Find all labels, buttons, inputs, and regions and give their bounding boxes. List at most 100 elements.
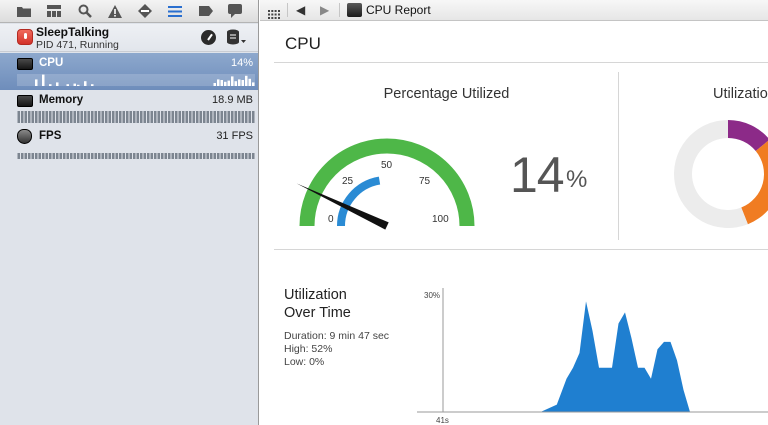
back-arrow-icon[interactable]: ◀ (296, 3, 305, 17)
sparkline-bar (157, 153, 160, 159)
sparkline-bar (234, 111, 237, 123)
cpu-percentage-unit: % (566, 166, 588, 193)
gauge-report-icon (347, 3, 362, 17)
sparkline-bar (252, 153, 255, 159)
sparkline-bar (213, 83, 216, 86)
forward-arrow-icon[interactable]: ▶ (320, 3, 329, 17)
sparkline-bar (87, 153, 90, 159)
sparkline-bar (185, 153, 188, 159)
sparkline-bar (56, 153, 59, 159)
x-tick-label: 41s (436, 416, 449, 425)
sparkline-bar (91, 153, 94, 159)
sparkline-bar (91, 84, 94, 86)
sparkline-bar (220, 80, 223, 86)
jump-bar-title[interactable]: CPU Report (366, 3, 431, 17)
warning-icon[interactable] (107, 3, 123, 19)
sparkline-bar (238, 111, 241, 123)
gauge-row-fps[interactable]: FPS 31 FPS (0, 126, 258, 163)
log-bubble-icon[interactable] (227, 3, 243, 19)
sparkline-bar (49, 84, 52, 86)
sparkline-bar (28, 111, 31, 123)
sparkline-bar (175, 153, 178, 159)
sparkline-bar (24, 153, 27, 159)
sparkline-bar (241, 153, 244, 159)
sparkline-bar (66, 84, 69, 86)
duration-stat: Duration: 9 min 47 sec (284, 330, 390, 342)
sparkline-bar (175, 111, 178, 123)
sparkline-bar (189, 153, 192, 159)
divider (618, 72, 619, 240)
sparkline-bar (185, 111, 188, 123)
sparkline-bar (231, 153, 234, 159)
sparkline-bar (63, 111, 66, 123)
sparkline-bar (245, 153, 248, 159)
sparkline-bar (45, 111, 48, 123)
sparkline-bar (129, 153, 132, 159)
gauge-row-cpu[interactable]: CPU 14% (0, 53, 258, 90)
process-name: SleepTalking (36, 25, 110, 39)
test-diamond-icon[interactable] (137, 3, 153, 19)
sparkline-bar (220, 153, 223, 159)
utilization-title: Utilization (713, 86, 768, 102)
sparkline-bar (38, 111, 41, 123)
breakpoint-icon[interactable] (198, 3, 214, 19)
sparkline-bar (147, 111, 150, 123)
y-tick-label: 30% (424, 291, 440, 300)
process-row[interactable]: SleepTalking PID 471, Running (0, 24, 258, 52)
sparkline-bar (119, 153, 122, 159)
toolbar-separator (287, 3, 288, 17)
sparkline-bar (56, 82, 59, 86)
sparkline-bar (199, 153, 202, 159)
sparkline-bar (238, 79, 241, 86)
memory-icon (17, 95, 33, 107)
sparkline-bar (178, 111, 181, 123)
debug-navigator: SleepTalking PID 471, Running CPU 14% Me… (0, 0, 259, 425)
gauge-speed-icon[interactable] (201, 30, 216, 45)
utilization-donut (672, 118, 768, 230)
sparkline-bar (136, 153, 139, 159)
sparkline-bar (140, 111, 143, 123)
sparkline-bar (24, 111, 27, 123)
gauge-row-memory[interactable]: Memory 18.9 MB (0, 90, 258, 127)
sparkline-bar (52, 111, 55, 123)
sparkline-bar (227, 80, 230, 86)
sparkline-bar (42, 74, 45, 86)
hierarchy-icon[interactable] (46, 3, 62, 19)
sparkline-bar (210, 153, 213, 159)
gauge-dial (296, 138, 475, 230)
cpu-percentage-value: 14 (510, 147, 565, 203)
sparkline-bar (227, 111, 230, 123)
sparkline-bar (94, 111, 97, 123)
sparkline-bar (119, 111, 122, 123)
title-line: Utilization (284, 287, 347, 303)
sparkline-bar (59, 153, 62, 159)
cpu-gauge: 0 25 50 75 100 (288, 128, 488, 236)
process-status: PID 471, Running (36, 39, 119, 51)
sparkline-bar (252, 111, 255, 123)
sparkline-bar (108, 111, 111, 123)
sparkline-bar (178, 153, 181, 159)
sparkline-bar (63, 153, 66, 159)
sparkline-bar (66, 111, 69, 123)
memory-sparkline (17, 111, 255, 123)
gauge-tick-label: 75 (419, 176, 431, 187)
related-items-icon[interactable] (268, 6, 280, 19)
sparkline-bar (126, 111, 129, 123)
sparkline-bar (77, 153, 80, 159)
sparkline-bar (196, 153, 199, 159)
sparkline-bar (136, 111, 139, 123)
sparkline-bar (213, 153, 216, 159)
sparkline-bar (105, 111, 108, 123)
folder-icon[interactable] (16, 3, 32, 19)
sparkline-bar (17, 111, 20, 123)
debug-list-icon[interactable] (167, 3, 183, 19)
sparkline-bar (31, 111, 34, 123)
sparkline-bar (49, 153, 52, 159)
sparkline-bar (49, 111, 52, 123)
gauge-label: FPS (39, 130, 62, 142)
sparkline-bar (189, 111, 192, 123)
database-menu-icon[interactable] (226, 29, 246, 46)
high-stat: High: 52% (284, 343, 333, 355)
search-icon[interactable] (77, 3, 93, 19)
sparkline-bar (80, 153, 83, 159)
